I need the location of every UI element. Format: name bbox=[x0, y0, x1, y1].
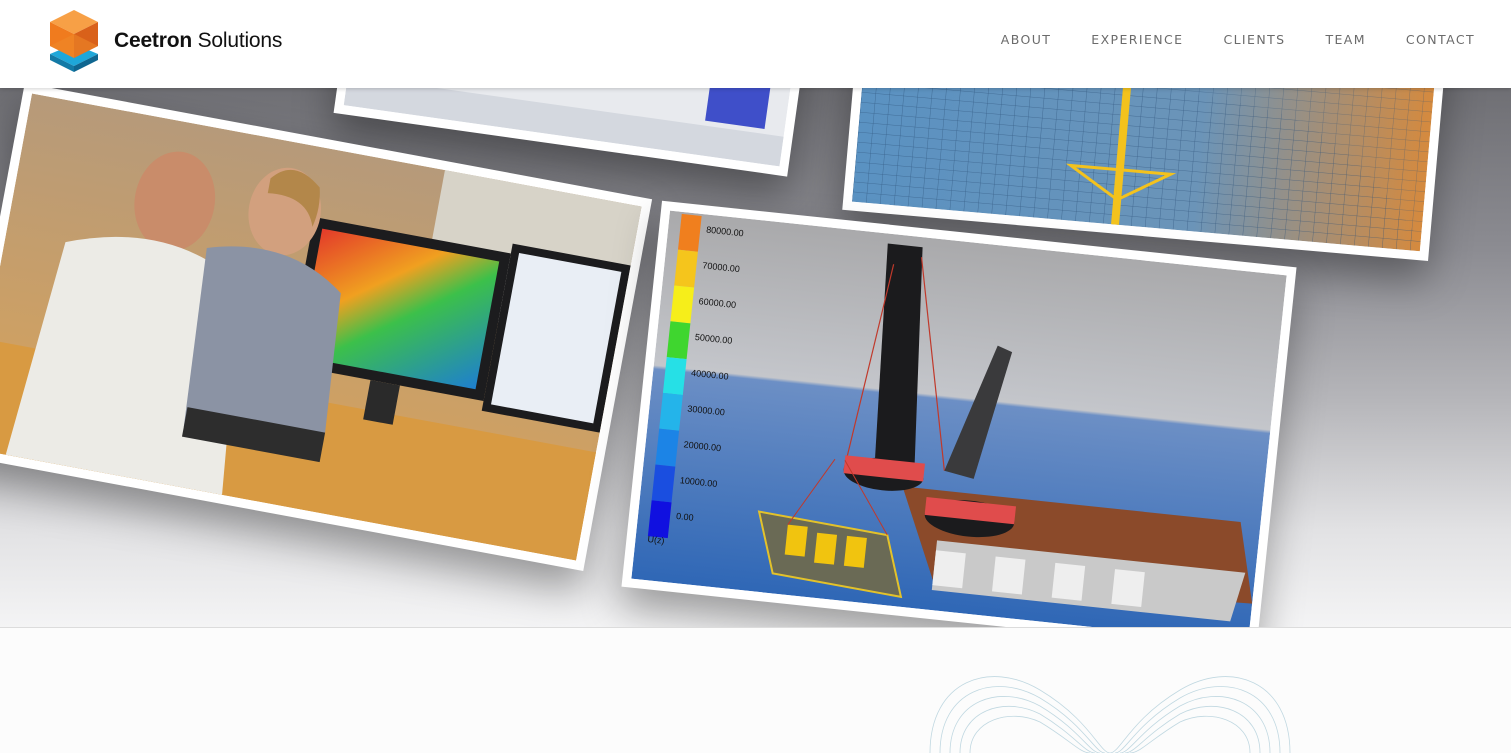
engineers-image bbox=[0, 93, 642, 561]
ocean-mesh-image bbox=[852, 88, 1446, 252]
legend-swatch bbox=[670, 285, 695, 324]
legend-swatch bbox=[651, 464, 676, 503]
legend-swatch bbox=[666, 321, 691, 360]
brand-name: Ceetron Solutions bbox=[114, 29, 282, 53]
nav-contact[interactable]: CONTACT bbox=[1406, 32, 1475, 47]
layered-cubes-icon bbox=[50, 10, 98, 72]
crane-simulation-image: 80000.0070000.0060000.0050000.0040000.00… bbox=[631, 210, 1287, 628]
legend-swatch bbox=[647, 500, 672, 539]
logo[interactable]: Ceetron Solutions bbox=[44, 8, 284, 74]
nav-clients[interactable]: CLIENTS bbox=[1223, 32, 1285, 47]
nav-about[interactable]: ABOUT bbox=[1001, 32, 1052, 47]
nav-team[interactable]: TEAM bbox=[1325, 32, 1365, 47]
legend-swatch bbox=[655, 428, 680, 467]
hero-banner: 80000.00 70000.00 60000.00 50000.00 40000.00… bbox=[0, 88, 1511, 628]
main-nav: ABOUT EXPERIENCE CLIENTS TEAM CONTACT bbox=[1001, 32, 1475, 47]
brand-rest: Solutions bbox=[197, 29, 283, 52]
legend-swatch bbox=[659, 392, 683, 431]
crane-simulation-photo: 80000.00 70000.00 60000.00 50000.00 40000.00… bbox=[621, 200, 1297, 628]
legend-value-label: 0.00 bbox=[676, 511, 694, 523]
legend-swatch bbox=[674, 249, 698, 288]
legend-swatch bbox=[662, 357, 687, 395]
brand-bold: Ceetron bbox=[114, 29, 192, 52]
engineers-photo bbox=[0, 88, 653, 571]
decorative-waves-icon bbox=[929, 676, 1291, 753]
legend-title: U(z) bbox=[647, 534, 665, 546]
nav-experience[interactable]: EXPERIENCE bbox=[1091, 32, 1183, 47]
legend-swatch bbox=[677, 213, 702, 252]
site-header: Ceetron Solutions ABOUT EXPERIENCE CLIEN… bbox=[0, 0, 1511, 88]
